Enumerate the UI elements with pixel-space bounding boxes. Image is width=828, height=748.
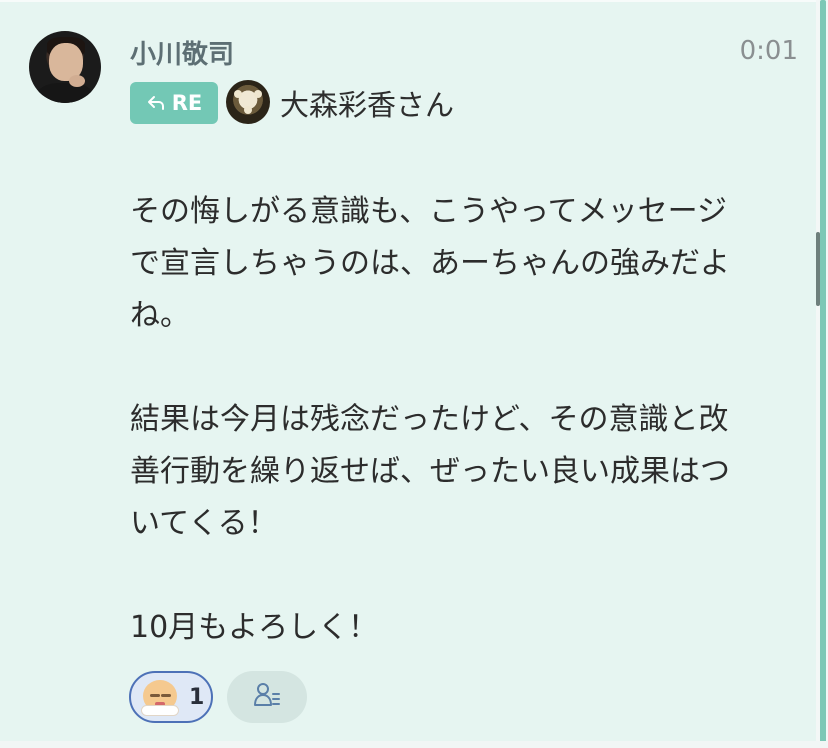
scrollbar-track[interactable] (820, 0, 826, 748)
reply-target-name[interactable]: 大森彩香さん (280, 82, 454, 124)
author-name[interactable]: 小川敬司 (130, 34, 234, 71)
post-time: 0:01 (739, 36, 798, 66)
author-avatar[interactable] (29, 31, 101, 103)
bottom-divider (0, 741, 828, 748)
reply-badge[interactable]: RE (130, 82, 218, 124)
message-line: いてくる！ (130, 506, 278, 541)
scrollbar-thumb[interactable] (816, 232, 820, 306)
top-divider (0, 0, 828, 2)
reaction-button[interactable]: 1 (129, 671, 213, 723)
reply-badge-label: RE (171, 91, 203, 115)
reply-target-avatar[interactable] (226, 80, 270, 124)
reply-arrow-icon (146, 94, 166, 112)
message-line: その悔しがる意識も、こうやってメッセージ (130, 194, 727, 229)
message-line: で宣言しちゃうのは、あーちゃんの強みだよ (130, 246, 730, 281)
folded-hands-face-icon (141, 678, 179, 716)
message-body: その悔しがる意識も、こうやってメッセージ で宣言しちゃうのは、あーちゃんの強みだ… (130, 186, 780, 654)
message-line: 10月もよろしく！ (130, 610, 379, 645)
message-line: ね。 (130, 298, 190, 333)
reaction-count: 1 (189, 684, 205, 710)
message-line: 善行動を繰り返せば、ぜったい良い成果はつ (130, 454, 730, 489)
message-line: 結果は今月は残念だったけど、その意識と改 (130, 402, 729, 437)
person-list-icon (252, 680, 282, 714)
read-status-button[interactable] (227, 671, 307, 723)
